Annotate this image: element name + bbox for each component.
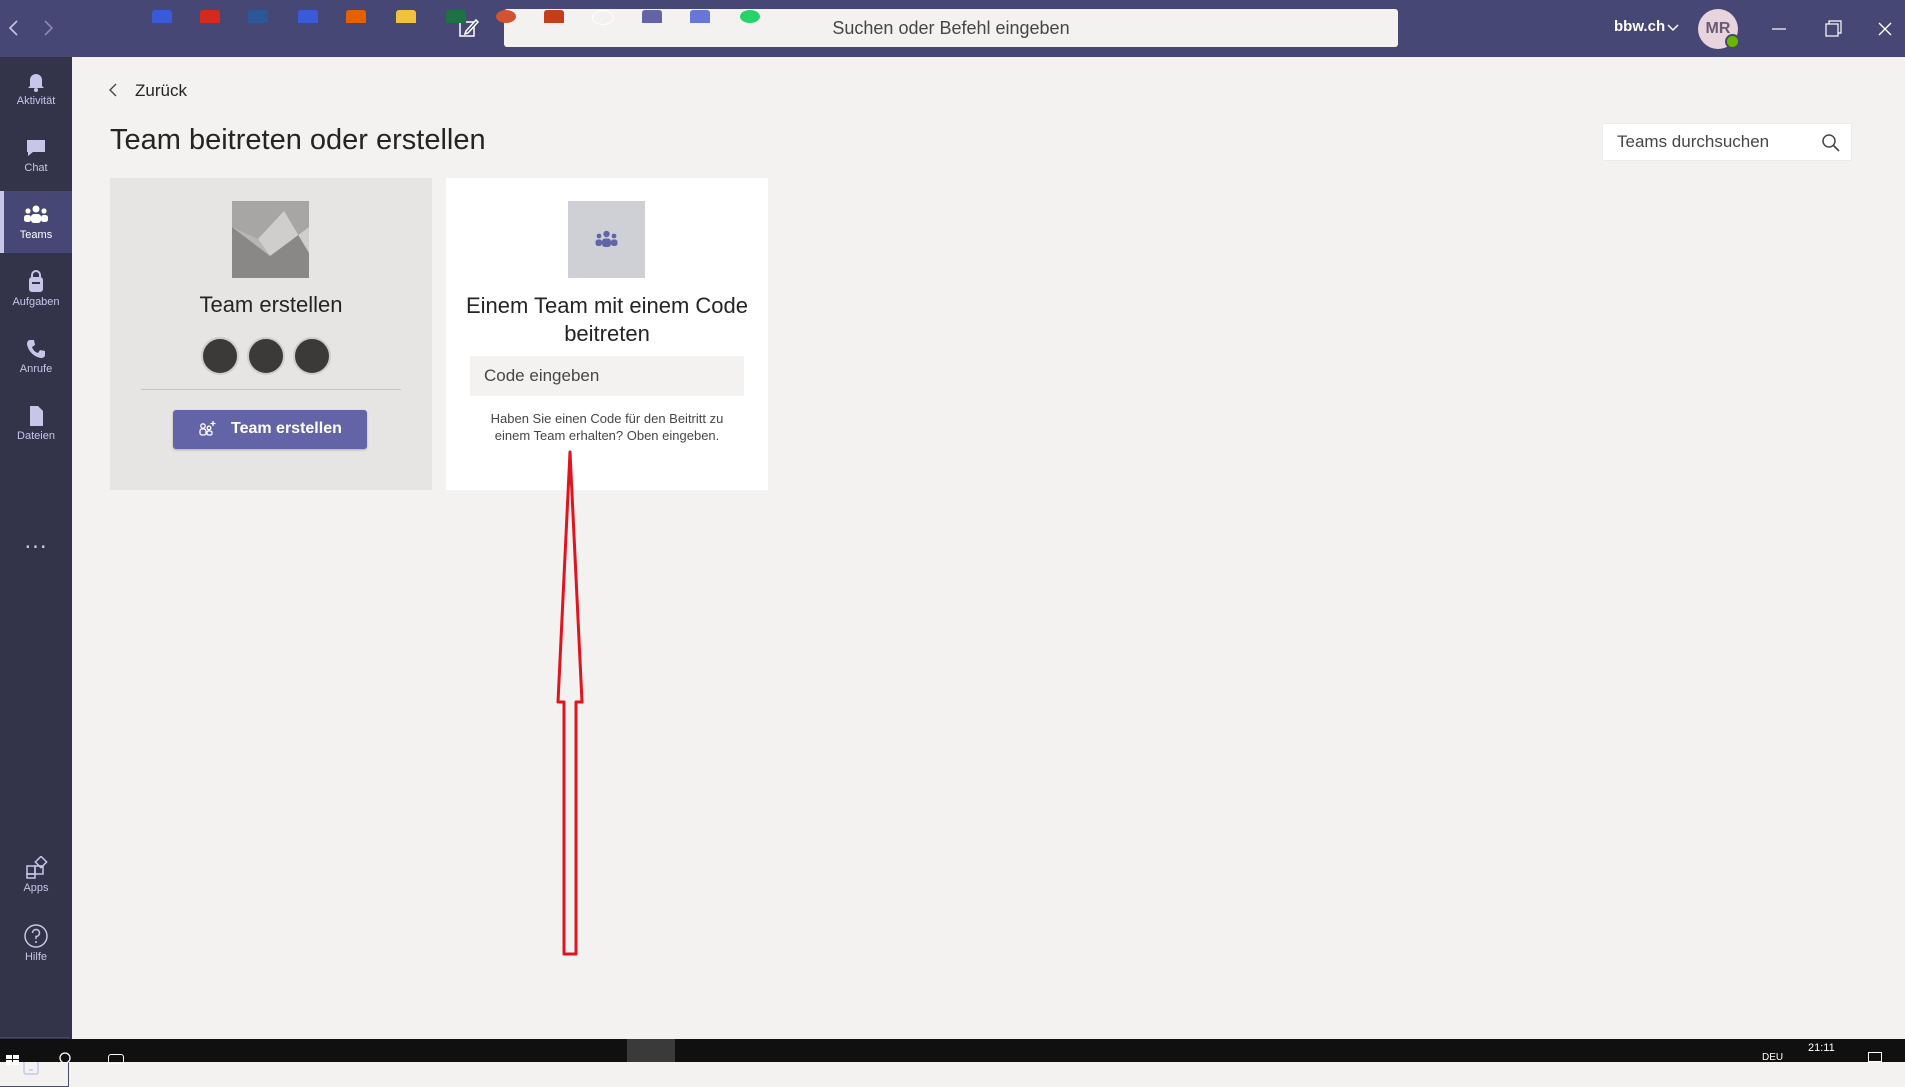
join-team-card: Einem Team mit einem Code beitreten Habe…	[446, 178, 768, 490]
rail-item-activity[interactable]: Aktivität	[0, 57, 72, 119]
word-icon[interactable]	[248, 10, 268, 23]
member-avatar-icon	[201, 337, 239, 375]
files-icon	[30, 406, 43, 426]
rail-item-teams[interactable]: Teams	[0, 191, 72, 253]
join-team-title: Einem Team mit einem Code beitreten	[465, 293, 749, 346]
bell-icon	[28, 74, 44, 92]
chat-icon	[27, 140, 45, 156]
apps-icon	[26, 856, 48, 879]
firefox-icon[interactable]	[346, 10, 366, 23]
create-team-title: Team erstellen	[199, 292, 343, 317]
chevron-down-icon[interactable]	[1666, 20, 1680, 34]
notifications-icon[interactable]	[1868, 1052, 1882, 1062]
visio-icon[interactable]	[298, 10, 318, 23]
member-avatar-icon	[293, 337, 331, 375]
team-placeholder-image	[232, 201, 309, 278]
powerpoint-icon[interactable]	[544, 10, 564, 23]
taskbar-search-icon[interactable]	[58, 1050, 72, 1064]
chrome-icon[interactable]	[496, 10, 516, 23]
title-bar: Suchen oder Befehl eingeben bbw.ch MR	[0, 0, 1905, 57]
command-search-input[interactable]: Suchen oder Befehl eingeben	[504, 9, 1398, 47]
rail-label: Chat	[24, 162, 48, 174]
search-icon[interactable]	[1821, 133, 1841, 153]
member-avatar-icon	[247, 337, 285, 375]
code-help-text: Haben Sie einen Code für den Beitritt zu…	[490, 411, 724, 443]
input-language[interactable]: DEU	[1762, 1052, 1783, 1063]
windows-taskbar	[0, 1039, 1905, 1062]
file-explorer-icon[interactable]	[396, 10, 416, 23]
teams-search	[1602, 123, 1852, 161]
page-title: Team beitreten oder erstellen	[110, 124, 486, 156]
team-code-input[interactable]	[470, 356, 744, 396]
rail-label: Teams	[19, 229, 53, 241]
taskbar-app-icon[interactable]	[592, 10, 614, 25]
more-apps-button[interactable]: ...	[0, 527, 72, 555]
taskbar-clock[interactable]: 21:11	[1808, 1042, 1835, 1054]
whatsapp-icon[interactable]	[740, 10, 760, 23]
rail-label: Hilfe	[24, 951, 47, 963]
rail-label: Apps	[23, 882, 49, 894]
teams-taskbar-icon[interactable]	[642, 10, 662, 23]
tenant-switcher[interactable]: bbw.ch	[1614, 18, 1665, 35]
create-team-button[interactable]: Team erstellen	[173, 410, 367, 449]
help-icon	[24, 924, 48, 948]
rail-item-tasks[interactable]: Aufgaben	[0, 258, 72, 320]
windows-start-icon[interactable]	[6, 1052, 20, 1065]
teams-icon	[568, 201, 645, 278]
annotation-arrow-icon	[556, 450, 584, 956]
rail-label: Dateien	[17, 430, 55, 442]
rail-item-chat[interactable]: Chat	[0, 124, 72, 186]
add-team-icon	[199, 421, 216, 436]
minimize-icon[interactable]	[1766, 16, 1792, 42]
forward-arrow-icon[interactable]	[36, 16, 60, 40]
teams-search-input[interactable]	[1603, 124, 1817, 160]
presence-status-icon	[1725, 34, 1740, 49]
task-view-icon[interactable]	[108, 1054, 124, 1064]
discord-icon[interactable]	[690, 10, 710, 23]
acrobat-icon[interactable]	[200, 10, 220, 23]
rail-item-help[interactable]: Hilfe	[0, 911, 72, 973]
taskbar-app-icon[interactable]	[152, 10, 172, 23]
rail-item-apps[interactable]: Apps	[0, 844, 72, 906]
tasks-icon	[29, 270, 43, 292]
restore-icon[interactable]	[1820, 16, 1846, 42]
phone-icon	[27, 340, 45, 358]
member-avatars	[201, 337, 341, 377]
rail-label: Aktivität	[16, 95, 56, 107]
create-team-card: Team erstellen Team erstellen	[110, 178, 432, 490]
create-team-button-label: Team erstellen	[231, 420, 342, 437]
excel-icon[interactable]	[446, 10, 466, 23]
rail-label: Aufgaben	[12, 296, 60, 308]
rail-item-files[interactable]: Dateien	[0, 392, 72, 454]
rail-item-calls[interactable]: Anrufe	[0, 325, 72, 387]
rail-label: Anrufe	[19, 363, 53, 375]
taskbar-active-app	[627, 1039, 675, 1062]
back-arrow-icon[interactable]	[2, 16, 26, 40]
app-rail: Aktivität Chat Teams Aufgaben Anrufe Dat…	[0, 57, 72, 1087]
teams-icon	[24, 205, 48, 223]
chevron-left-icon[interactable]	[106, 82, 122, 98]
back-link[interactable]: Zurück	[135, 81, 187, 101]
divider	[141, 389, 401, 390]
close-icon[interactable]	[1872, 16, 1898, 42]
